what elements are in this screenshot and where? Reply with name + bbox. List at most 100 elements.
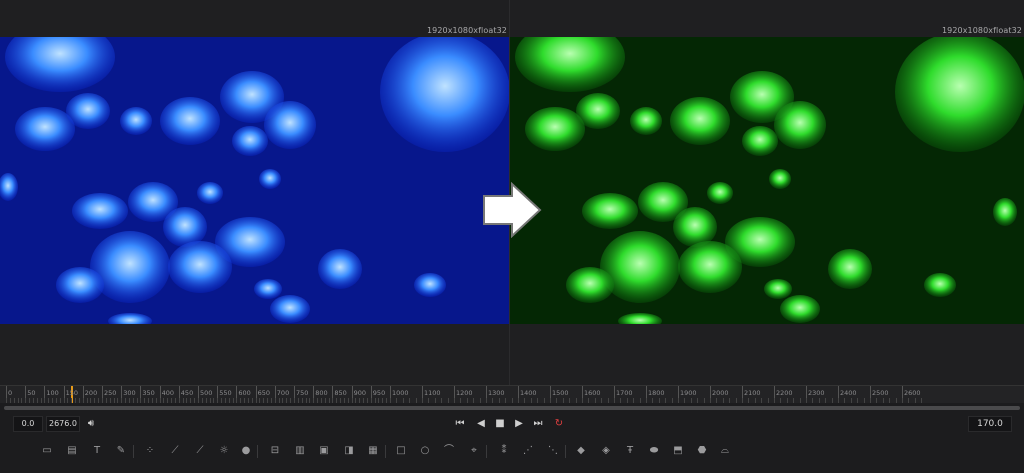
time-ruler[interactable]: 0 50 100 150 200 250 300 350 400 450 500 550 600 650 7… [0, 385, 1024, 403]
play-reverse-icon[interactable]: ◀︎ [474, 417, 488, 430]
ruler-minor-tick [422, 398, 423, 403]
3d-merge-icon[interactable]: ◈ [599, 444, 613, 458]
ruler-minor-tick [59, 398, 61, 403]
jump-to-start-icon[interactable]: ⏮︎ [453, 417, 467, 430]
ruler-minor-tick [882, 398, 884, 403]
ruler-minor-tick [748, 398, 750, 403]
brightness-contrast-icon[interactable]: ☼ [217, 444, 231, 458]
play-forward-icon[interactable]: ▶︎ [512, 417, 526, 430]
ruler-minor-tick [870, 398, 871, 403]
ruler-minor-tick [543, 398, 545, 403]
ruler-minor-tick [117, 398, 119, 403]
blur-tool-icon[interactable]: ▥ [293, 444, 307, 458]
particle-style-icon[interactable]: ⋱ [546, 444, 560, 458]
particles-tool-icon[interactable]: ⁘ [143, 444, 157, 458]
transform-tool-icon[interactable]: ▦ [366, 444, 380, 458]
ruler-minor-tick [136, 398, 138, 403]
brush-tool-icon[interactable]: ✎ [114, 444, 128, 458]
arrow-right-icon [482, 181, 542, 239]
ruler-minor-tick [247, 398, 249, 403]
ruler-minor-tick [224, 398, 226, 403]
particle-render-icon[interactable]: ⋰ [521, 444, 535, 458]
ruler-minor-tick [63, 398, 65, 403]
bspline-mask-icon[interactable]: ⟋ [193, 444, 207, 458]
ruler-minor-tick [336, 398, 338, 403]
ruler-label: 1200 [456, 389, 473, 397]
ruler-minor-tick [186, 398, 188, 403]
ruler-minor-tick [524, 398, 526, 403]
ruler-minor-tick [251, 398, 253, 403]
ruler-minor-tick [366, 398, 368, 403]
rectangle-mask-icon[interactable]: □ [394, 444, 408, 458]
ruler-minor-tick [767, 398, 769, 403]
ruler-minor-tick [78, 398, 80, 403]
emitter-tool-icon[interactable]: ⁑ [497, 444, 511, 458]
ruler-minor-tick [52, 398, 54, 403]
ruler-minor-tick [479, 398, 481, 403]
ruler-minor-tick [286, 398, 288, 403]
3d-renderer-icon[interactable]: ⬣ [695, 444, 709, 458]
ruler-minor-tick [13, 398, 15, 403]
ruler-minor-tick [620, 398, 622, 403]
ruler-minor-tick [282, 398, 284, 403]
color-correct-icon[interactable]: ● [239, 444, 253, 458]
polygon-mask-icon[interactable]: ⟋ [168, 444, 182, 458]
ruler-minor-tick [921, 398, 923, 403]
matte-control-icon[interactable]: ◨ [342, 444, 356, 458]
paint-tool-icon[interactable]: ▤ [65, 444, 79, 458]
ruler-minor-tick [378, 398, 380, 403]
ruler-minor-tick [428, 398, 430, 403]
ruler-label: 500 [200, 389, 213, 397]
ruler-minor-tick [722, 398, 724, 403]
stop-icon[interactable]: ■ [493, 417, 507, 430]
background-tool-icon[interactable]: ▭ [40, 444, 54, 458]
ruler-minor-tick [17, 398, 19, 403]
ruler-minor-tick [217, 398, 219, 403]
audio-speaker-icon[interactable]: 🔊︎ [84, 417, 98, 430]
3d-camera-icon[interactable]: ⬬ [647, 444, 661, 458]
ruler-minor-tick [370, 398, 372, 403]
ruler-minor-tick [729, 398, 731, 403]
ruler-minor-tick [240, 398, 242, 403]
ellipse-mask-icon[interactable]: ○ [418, 444, 432, 458]
3d-light-icon[interactable]: ⌓ [718, 444, 732, 458]
3d-image-plane-icon[interactable]: ⬒ [671, 444, 685, 458]
ruler-label: 2600 [904, 389, 921, 397]
ruler-minor-tick [171, 398, 173, 403]
ruler-minor-tick [343, 398, 345, 403]
ruler-minor-tick [914, 398, 916, 403]
ruler-label: 300 [123, 389, 136, 397]
ruler-minor-tick [774, 398, 775, 403]
timeline-scrub-bar[interactable] [4, 406, 1020, 410]
ruler-minor-tick [569, 398, 571, 403]
ruler-minor-tick [646, 398, 647, 403]
global-start-field[interactable]: 0.0 [13, 416, 43, 432]
ruler-minor-tick [205, 398, 207, 403]
ruler-label: 450 [180, 389, 194, 397]
right-viewer[interactable]: 1920x1080xfloat32 [510, 0, 1024, 385]
ruler-minor-tick [140, 398, 142, 403]
ruler-minor-tick [518, 398, 519, 403]
ruler-minor-tick [889, 398, 891, 403]
loop-icon[interactable]: ↻ [552, 417, 566, 430]
ruler-minor-tick [492, 398, 494, 403]
channel-boolean-icon[interactable]: ▣ [317, 444, 331, 458]
ruler-minor-tick [684, 398, 686, 403]
3d-text-icon[interactable]: Ŧ [623, 444, 637, 458]
ruler-minor-tick [498, 398, 500, 403]
left-viewer[interactable]: 1920x1080xfloat32 [0, 0, 510, 385]
jump-to-end-icon[interactable]: ⏭︎ [531, 417, 545, 430]
current-frame-field[interactable]: 170.0 [968, 416, 1012, 432]
ruler-minor-tick [351, 398, 353, 403]
tools-toolbar: ▭ ▤ T ✎ ⁘ ⟋ ⟋ ☼ ● ⊟ ▥ ▣ ◨ ▦ □ ○ ⌒ ⌖ ⁑ ⋰ … [0, 440, 1024, 464]
3d-shape-icon[interactable]: ◆ [574, 444, 588, 458]
ruler-minor-tick [594, 398, 596, 403]
polyline-mask-icon[interactable]: ⌒ [442, 444, 456, 458]
merge-tool-icon[interactable]: ⊟ [268, 444, 282, 458]
text-tool-icon[interactable]: T [90, 444, 104, 458]
ruler-minor-tick [863, 398, 865, 403]
tracker-tool-icon[interactable]: ⌖ [467, 444, 481, 458]
ruler-minor-tick [25, 398, 27, 403]
global-end-field[interactable]: 2676.0 [46, 416, 80, 432]
ruler-minor-tick [132, 398, 134, 403]
